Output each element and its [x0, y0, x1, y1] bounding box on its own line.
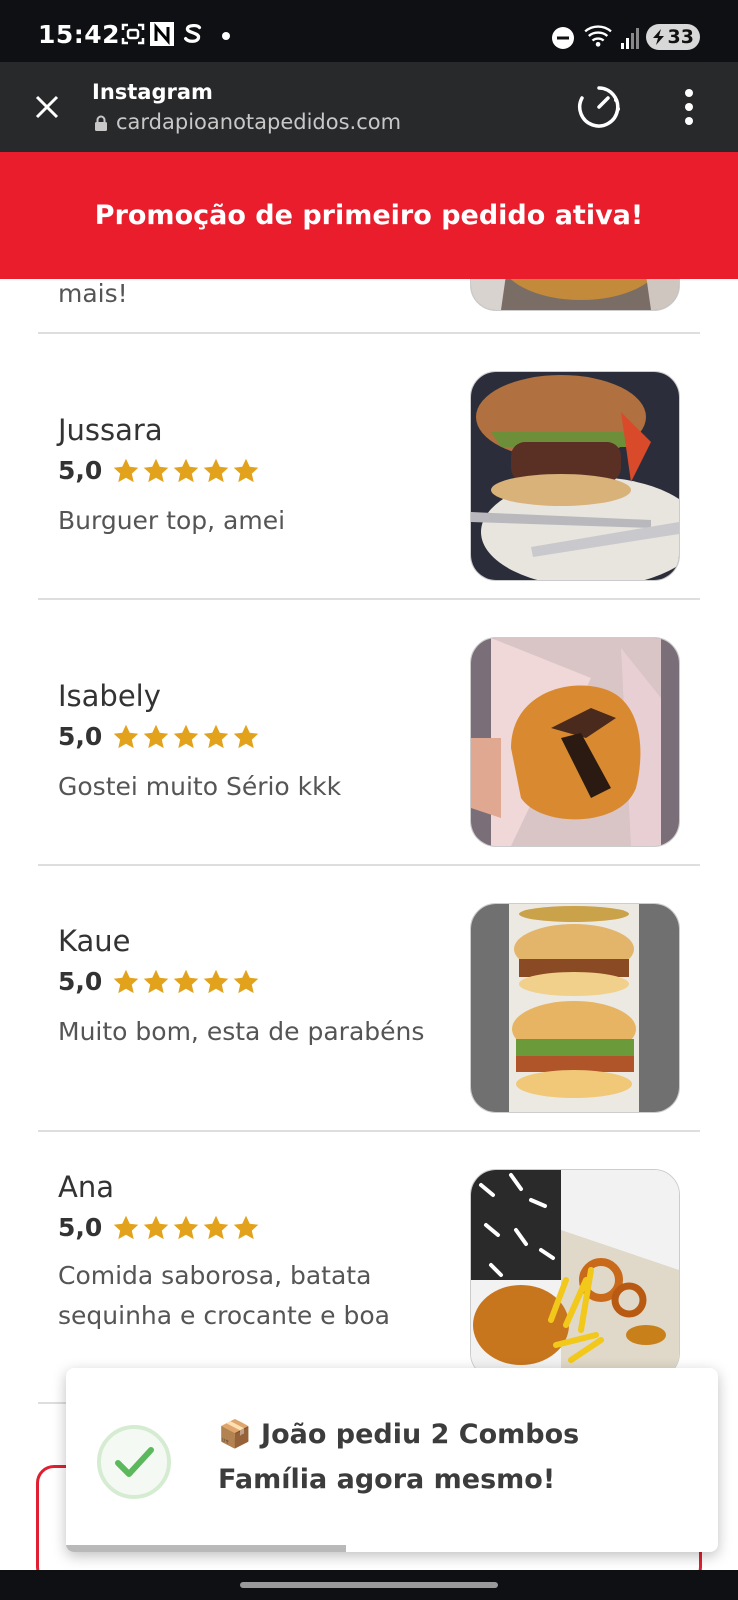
in-app-browser-bar: Instagram cardapioanotapedidos.com: [0, 62, 738, 152]
rating-stars: [112, 968, 262, 996]
battery-indicator: 33: [646, 24, 700, 50]
review-photo[interactable]: [470, 637, 680, 847]
star-icon: [144, 458, 169, 482]
promo-banner: Promoção de primeiro pedido ativa!: [0, 152, 738, 279]
star-icon: [114, 1215, 139, 1239]
app-s-icon: [184, 23, 202, 43]
star-icon: [174, 1215, 199, 1239]
screenshot-icon: [121, 23, 145, 45]
star-icon: [144, 724, 169, 748]
app-n-icon: [150, 22, 174, 46]
browser-title: Instagram: [92, 80, 213, 104]
status-time: 15:42: [38, 20, 121, 49]
star-icon: [174, 458, 199, 482]
review-rating: 5,0: [58, 456, 262, 485]
review-photo[interactable]: [470, 1169, 680, 1379]
rating-stars: [112, 723, 262, 751]
star-icon: [114, 458, 139, 482]
star-icon: [114, 724, 139, 748]
browser-url: cardapioanotapedidos.com: [116, 110, 402, 134]
review-text: Gostei muito Sério kkk: [58, 772, 342, 801]
do-not-disturb-icon: [552, 27, 574, 49]
reviewer-name: Jussara: [58, 413, 163, 447]
notification-dot-icon: [222, 32, 230, 40]
star-icon: [234, 458, 259, 482]
reviewer-name: Kaue: [58, 924, 131, 958]
home-handle[interactable]: [240, 1582, 498, 1588]
rating-stars: [112, 457, 262, 485]
signal-icon: [621, 28, 639, 49]
review-rating: 5,0: [58, 1213, 262, 1242]
review-item: Jussara 5,0 Burguer top, amei: [38, 334, 700, 600]
review-text: Burguer top, amei: [58, 506, 286, 535]
star-icon: [144, 969, 169, 993]
lock-icon: [95, 115, 107, 131]
rating-value: 5,0: [58, 1213, 103, 1242]
review-item: Isabely 5,0 Gostei muito Sério kkk: [38, 600, 700, 866]
review-item: Kaue 5,0 Muito bom, esta de parabéns: [38, 866, 700, 1132]
rating-value: 5,0: [58, 722, 103, 751]
review-rating: 5,0: [58, 967, 262, 996]
star-icon: [144, 1215, 169, 1239]
wifi-icon: [584, 25, 612, 47]
star-icon: [204, 969, 229, 993]
charging-icon: [653, 29, 664, 45]
review-photo: [470, 279, 680, 311]
review-text: Comida saborosa, batata sequinha e croca…: [58, 1261, 390, 1330]
review-item: Ana 5,0 Comida saborosa, batata sequinha…: [38, 1132, 700, 1404]
star-icon: [234, 1215, 259, 1239]
star-icon: [234, 724, 259, 748]
navigation-bar: [0, 1570, 738, 1600]
rating-value: 5,0: [58, 967, 103, 996]
star-icon: [174, 724, 199, 748]
star-icon: [204, 1215, 229, 1239]
close-icon[interactable]: [34, 94, 60, 120]
review-photo[interactable]: [470, 371, 680, 581]
order-toast: 📦 João pediu 2 Combos Família agora mesm…: [66, 1368, 718, 1552]
review-partial: mais!: [38, 279, 700, 334]
rating-stars: [112, 1214, 262, 1242]
reviewer-name: Isabely: [58, 679, 161, 713]
toast-progress-bar: [66, 1545, 347, 1552]
status-bar: 15:42 33: [0, 0, 738, 62]
rating-value: 5,0: [58, 456, 103, 485]
more-options-icon[interactable]: [684, 88, 694, 126]
review-photo[interactable]: [470, 903, 680, 1113]
review-rating: 5,0: [58, 722, 262, 751]
star-icon: [204, 458, 229, 482]
star-icon: [174, 969, 199, 993]
star-icon: [114, 969, 139, 993]
check-circle-icon: [97, 1425, 171, 1499]
star-icon: [234, 969, 259, 993]
toast-message: 📦 João pediu 2 Combos Família agora mesm…: [218, 1419, 580, 1495]
review-text: Muito bom, esta de parabéns: [58, 1017, 425, 1046]
reviewer-name: Ana: [58, 1170, 114, 1204]
star-icon: [204, 724, 229, 748]
speed-timer-icon[interactable]: [576, 84, 622, 130]
review-text: mais!: [58, 279, 128, 308]
battery-level: 33: [667, 26, 694, 48]
